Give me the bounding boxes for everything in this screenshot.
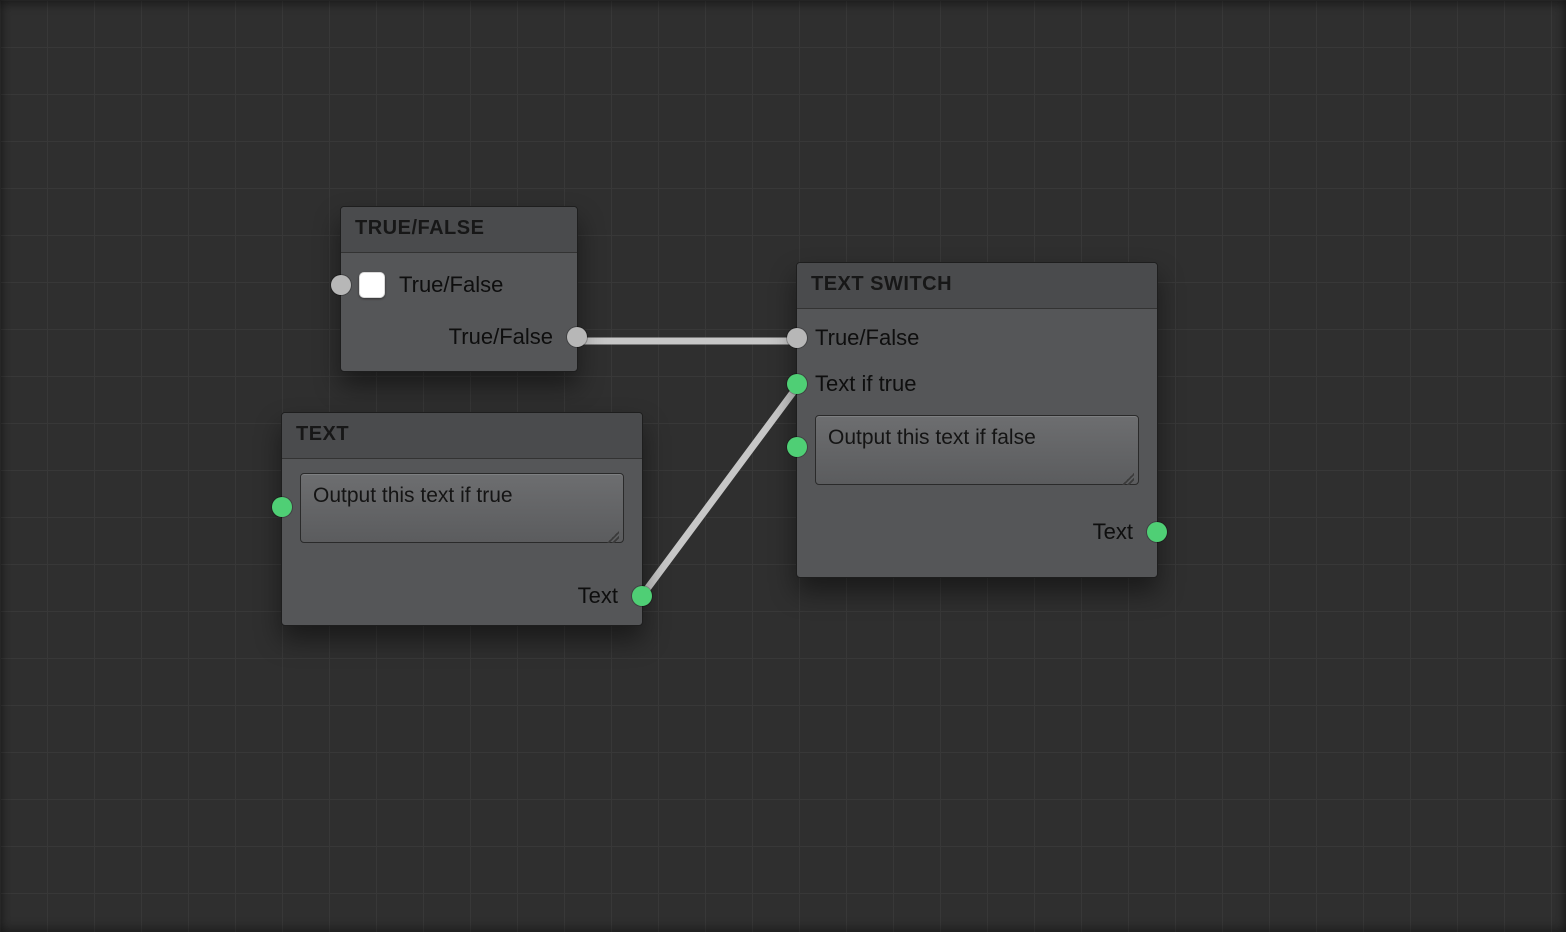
input-port-text-true[interactable]	[787, 374, 807, 394]
input-bool-label: True/False	[815, 325, 919, 351]
node-editor-canvas[interactable]: TRUE/FALSE True/False True/False TEXT Te…	[0, 0, 1566, 932]
input-port-bool[interactable]	[787, 328, 807, 348]
node-text[interactable]: TEXT Text	[281, 412, 643, 626]
output-label: Text	[1093, 519, 1139, 545]
text-input[interactable]	[300, 473, 624, 543]
node-title: TEXT SWITCH	[797, 263, 1157, 309]
output-label: Text	[578, 583, 624, 609]
node-title: TEXT	[282, 413, 642, 459]
output-port-text[interactable]	[1147, 522, 1167, 542]
input-port-text[interactable]	[272, 497, 292, 517]
output-port-bool[interactable]	[567, 327, 587, 347]
text-false-input[interactable]	[815, 415, 1139, 485]
wire-text	[644, 387, 797, 593]
node-true-false[interactable]: TRUE/FALSE True/False True/False	[340, 206, 578, 372]
output-label: True/False	[449, 324, 559, 350]
node-text-switch[interactable]: TEXT SWITCH True/False Text if true Text	[796, 262, 1158, 578]
input-text-true-label: Text if true	[815, 371, 916, 397]
node-title: TRUE/FALSE	[341, 207, 577, 253]
input-port-text-false[interactable]	[787, 437, 807, 457]
true-false-checkbox[interactable]	[359, 272, 385, 298]
output-port-text[interactable]	[632, 586, 652, 606]
input-port-bool[interactable]	[331, 275, 351, 295]
checkbox-label: True/False	[399, 272, 503, 298]
wires-layer	[0, 0, 1566, 932]
